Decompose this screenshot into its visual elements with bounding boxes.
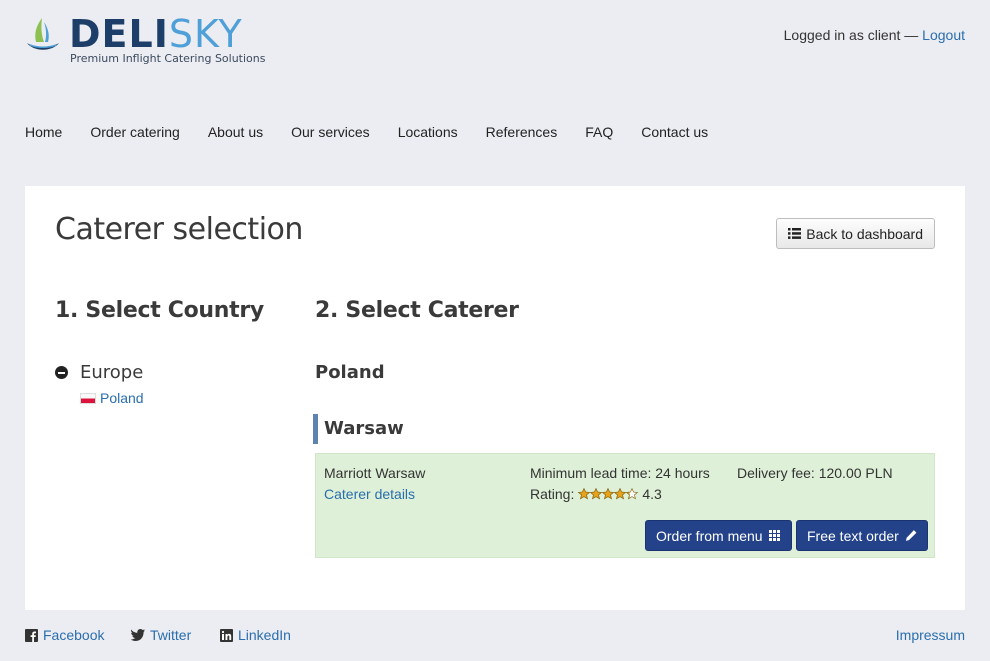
logout-link[interactable]: Logout	[922, 27, 965, 43]
twitter-link[interactable]: Twitter	[131, 627, 191, 643]
impressum-link[interactable]: Impressum	[896, 627, 965, 643]
logo-wordmark: DELISKY	[69, 12, 243, 56]
twitter-label: Twitter	[150, 627, 192, 643]
region-label: Europe	[80, 362, 144, 383]
order-from-menu-label: Order from menu	[656, 527, 763, 544]
rating-value: 4.3	[642, 486, 662, 502]
facebook-link[interactable]: Facebook	[25, 627, 104, 643]
back-to-dashboard-label: Back to dashboard	[806, 225, 923, 242]
rating-star-icon	[626, 488, 639, 500]
free-text-order-button[interactable]: Free text order	[796, 520, 928, 551]
rating-stars	[578, 488, 639, 500]
facebook-icon	[25, 628, 38, 642]
nav-item-faq[interactable]: FAQ	[585, 124, 613, 140]
user-status-bar: Logged in as client — Logout	[784, 27, 965, 43]
grid-icon	[768, 530, 780, 541]
nav-item-locations[interactable]: Locations	[398, 124, 458, 140]
lead-time: Minimum lead time: 24 hours	[530, 465, 710, 481]
site-header: DELISKY Premium Inflight Catering Soluti…	[0, 0, 990, 110]
back-to-dashboard-button[interactable]: Back to dashboard	[776, 218, 935, 249]
nav-item-contact-us[interactable]: Contact us	[641, 124, 708, 140]
nav-item-order-catering[interactable]: Order catering	[90, 124, 179, 140]
caterer-details-link[interactable]: Caterer details	[324, 486, 415, 502]
collapse-minus-icon[interactable]	[55, 366, 68, 379]
logo-tagline: Premium Inflight Catering Solutions	[70, 52, 266, 65]
login-status-text: Logged in as client —	[783, 27, 919, 43]
twitter-icon	[131, 629, 145, 641]
main-nav: Home Order catering About us Our service…	[25, 124, 736, 140]
selected-country-heading: Poland	[315, 362, 385, 383]
nav-item-about-us[interactable]: About us	[208, 124, 263, 140]
page-title: Caterer selection	[55, 212, 303, 247]
caterer-rating: Rating: 4.3	[530, 486, 662, 502]
delisky-logo[interactable]: DELISKY Premium Inflight Catering Soluti…	[24, 12, 266, 70]
tree-region-europe[interactable]: Europe	[55, 362, 143, 383]
list-icon	[788, 228, 802, 239]
nav-item-home[interactable]: Home	[25, 124, 62, 140]
city-heading: Warsaw	[313, 414, 404, 444]
country-link-label: Poland	[100, 390, 144, 406]
caterer-name: Marriott Warsaw	[324, 465, 426, 481]
nav-item-references[interactable]: References	[486, 124, 558, 140]
caterer-card: Marriott Warsaw Caterer details Minimum …	[315, 453, 935, 558]
linkedin-label: LinkedIn	[238, 627, 291, 643]
order-from-menu-button[interactable]: Order from menu	[645, 520, 792, 551]
nav-item-our-services[interactable]: Our services	[291, 124, 370, 140]
facebook-label: Facebook	[43, 627, 105, 643]
logo-sky: SKY	[168, 12, 243, 56]
content-panel: Caterer selection Back to dashboard 1. S…	[25, 186, 965, 610]
rating-star-icon	[590, 488, 603, 500]
rating-label: Rating:	[530, 486, 575, 502]
site-footer: Facebook Twitter LinkedIn Impressum	[25, 626, 965, 646]
step1-title: 1. Select Country	[55, 298, 264, 323]
free-text-order-label: Free text order	[807, 527, 899, 544]
logo-deli: DELI	[69, 12, 169, 56]
rating-star-icon	[578, 488, 591, 500]
rating-star-icon	[614, 488, 627, 500]
rating-star-icon	[602, 488, 615, 500]
linkedin-link[interactable]: LinkedIn	[220, 627, 291, 643]
tree-country-poland[interactable]: Poland	[80, 390, 144, 406]
linkedin-icon	[220, 628, 233, 642]
pencil-icon	[905, 530, 917, 541]
sail-logo-icon	[27, 18, 59, 50]
step2-title: 2. Select Caterer	[315, 298, 519, 323]
poland-flag-icon	[80, 392, 96, 404]
delivery-fee: Delivery fee: 120.00 PLN	[737, 465, 893, 481]
